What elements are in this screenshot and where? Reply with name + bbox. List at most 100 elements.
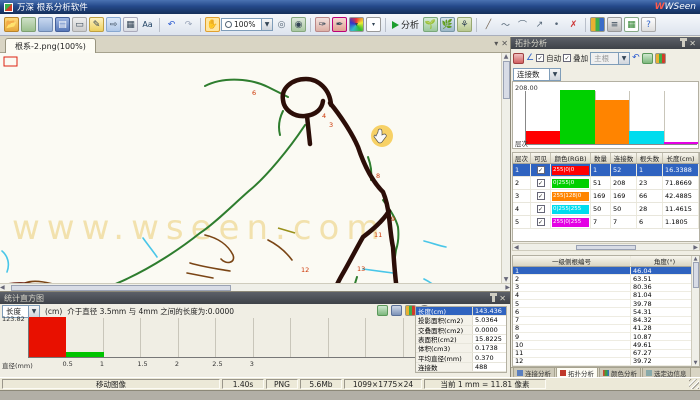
pan-hand-tool-icon[interactable]: ✋ [205,17,220,32]
table-row[interactable]: 4✓0|255|25550502811.4615 [513,203,699,216]
table-row[interactable]: 1239.72 [513,358,699,366]
table-row[interactable]: 5✓255|0|2557761.1805 [513,216,699,229]
analyze-button[interactable]: 分析 [389,18,422,31]
stats-row[interactable]: 平均直径(mm)0.370 [416,353,506,362]
zoom-out-icon[interactable]: ◎ [274,17,289,32]
zoom-combo-arrow[interactable]: ▼ [261,19,272,30]
table-row[interactable]: 3✓255|128|01691696642.4885 [513,190,699,203]
draw-line-icon[interactable]: ╱ [481,17,496,32]
root-tool-1-icon[interactable]: 🌱 [423,17,438,32]
stats-row[interactable]: 交叠面积(cm2)0.0000 [416,326,506,335]
table-row[interactable]: 2✓0|255|0512082371.8669 [513,177,699,190]
visible-checkbox[interactable]: ✓ [537,192,545,200]
chart-icon[interactable] [655,53,666,64]
scrollbar-thumb[interactable] [11,285,231,291]
zoom-level-value: 100% [234,20,255,29]
canvas-vertical-scrollbar[interactable]: ▲▼ [501,53,510,283]
angle-tool-icon[interactable]: ∠ [526,53,534,63]
layer-grid-icon[interactable] [513,53,524,64]
save-chart-icon[interactable] [391,305,402,316]
cell-root-number: 2 [513,275,631,283]
save-icon[interactable]: ▤ [55,17,70,32]
tab-list-dropdown-icon[interactable]: ▾ [494,39,498,48]
edit-pencil-icon[interactable]: ✎ [89,17,104,32]
visible-checkbox[interactable]: ✓ [537,218,545,226]
stats-row[interactable]: 体积(cm3)0.1738 [416,344,506,353]
image-adjust-icon[interactable]: ▦ [123,17,138,32]
scrollbar-thumb[interactable] [576,245,636,250]
cell-angle: 81.04 [631,291,699,299]
chart-bar [526,131,560,145]
combo-arrow-icon[interactable]: ▼ [618,53,629,64]
draw-arc-icon[interactable]: ⌒ [515,17,530,32]
overlay-checkbox[interactable]: ✓ [563,54,571,62]
visible-checkbox[interactable]: ✓ [537,179,545,187]
histogram-panel-header: 统计直方图 ✕ [0,292,510,304]
stats-row[interactable]: 连接数488 [416,363,506,372]
zoom-combo[interactable]: 100% ▼ [221,18,273,31]
mark-icon[interactable]: ✒ [332,17,347,32]
measure-icon[interactable]: ✑ [315,17,330,32]
chart-stats-icon[interactable]: ≡ [607,17,622,32]
table-row[interactable]: 1✓255|0|0152116.3388 [513,164,699,177]
document-tab-row: 根系-2.png(100%) ▾ ✕ [0,36,510,53]
export-icon[interactable]: ⇨ [106,17,121,32]
pin-icon[interactable] [682,40,685,47]
topology-metric-select[interactable]: 连接数 ▼ [513,68,561,81]
import-icon[interactable] [21,17,36,32]
text-tool-icon[interactable]: Aa [140,17,155,32]
chart-bar [66,352,103,357]
undo-icon[interactable]: ↶ [632,53,640,63]
visible-checkbox[interactable]: ✓ [537,205,545,213]
delete-mark-icon[interactable]: ✗ [566,17,581,32]
draw-point-icon[interactable]: • [549,17,564,32]
status-format: PNG [266,379,298,389]
export-excel-icon[interactable] [642,53,653,64]
stats-label: 长度(cm) [416,307,473,315]
cell-count: 7 [591,216,611,228]
table-grid-icon[interactable]: ▦ [624,17,639,32]
document-tab[interactable]: 根系-2.png(100%) [5,38,96,53]
canvas-horizontal-scrollbar[interactable]: ◀▶ [0,283,510,291]
view-eye-icon[interactable]: ◉ [291,17,306,32]
stats-row[interactable]: 长度(cm)143.436 [416,307,506,316]
redo-icon[interactable]: ↷ [181,17,196,32]
close-panel-icon[interactable]: ✕ [689,39,696,48]
stats-row[interactable]: 表面积(cm2)15.8225 [416,335,506,344]
undo-icon[interactable]: ↶ [164,17,179,32]
selection-marker [4,57,17,66]
combo-arrow-icon[interactable]: ▼ [28,306,39,317]
topo-table-body: 1✓255|0|0152116.33882✓0|255|0512082371.8… [513,164,699,229]
visible-checkbox[interactable]: ✓ [537,166,545,174]
pin-icon[interactable] [492,295,495,302]
chart-bars-icon[interactable] [590,17,605,32]
angle-table-vscrollbar[interactable]: ▲▼ [691,256,699,366]
close-document-icon[interactable]: ✕ [501,39,508,48]
draw-curve-icon[interactable]: 〜 [498,17,513,32]
print-icon[interactable]: ▭ [72,17,87,32]
level-table-hscrollbar[interactable]: ◀▶ [512,243,700,251]
leaf-tool-icon[interactable]: ⚘ [457,17,472,32]
root-select[interactable]: 主根 ▼ [590,52,630,65]
draw-arrow-icon[interactable]: ↗ [532,17,547,32]
shape-dropdown-icon[interactable]: ▾ [366,17,381,32]
open-file-icon[interactable]: 📂 [4,17,19,32]
help-icon[interactable]: ? [641,17,656,32]
cell-angle: 67.27 [631,349,699,357]
scrollbar-thumb[interactable] [503,61,510,99]
close-panel-icon[interactable]: ✕ [499,294,506,303]
stats-row[interactable]: 投影面积(cm2)5.0364 [416,316,506,325]
export-excel-icon[interactable] [377,305,388,316]
save-all-icon[interactable] [38,17,53,32]
scrollbar-thumb[interactable] [693,262,699,288]
auto-checkbox[interactable]: ✓ [536,54,544,62]
cell-length: 1.1805 [663,216,699,228]
combo-arrow-icon[interactable]: ▼ [549,69,560,80]
tab-icon [560,370,566,376]
main-toolbar: 📂 ▤ ▭ ✎ ⇨ ▦ Aa ↶ ↷ ✋ 100% ▼ ◎ ◉ ✑ ✒ ▾ ▾ … [0,14,700,36]
root-tool-2-icon[interactable]: 🌿 [440,17,455,32]
resize-grip[interactable] [689,379,699,389]
image-canvas[interactable]: www.wseen.com [0,53,510,291]
palette-dropdown-icon[interactable]: ▾ [349,17,364,32]
chart-bar [629,131,663,144]
